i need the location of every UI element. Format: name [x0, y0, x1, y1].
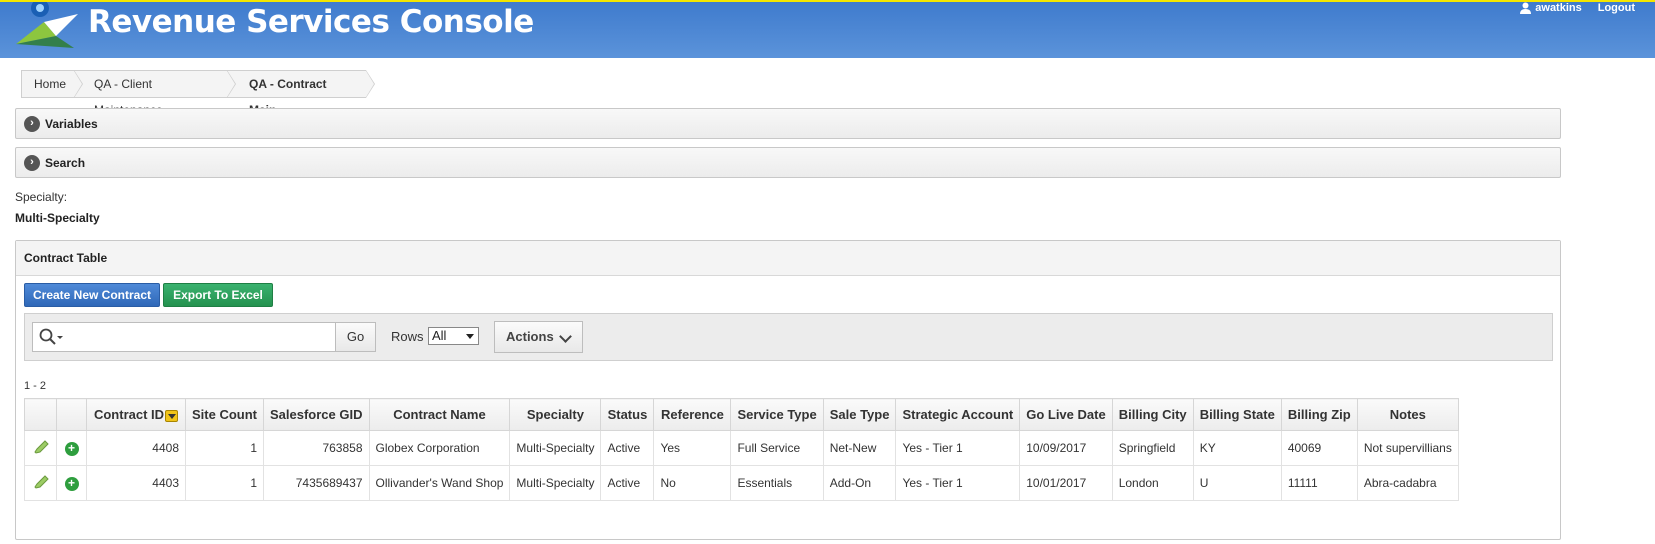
column-header-contract-id[interactable]: Contract ID — [86, 398, 186, 431]
table-cell: 40069 — [1280, 430, 1358, 466]
table-cell: No — [653, 465, 732, 501]
table-cell: Add-On — [822, 465, 897, 501]
search-icon[interactable] — [38, 327, 64, 347]
table-cell: Globex Corporation — [368, 430, 511, 466]
column-header-contract-name[interactable]: Contract Name — [368, 398, 511, 431]
table-cell: Yes - Tier 1 — [895, 465, 1021, 501]
variables-region-title: Variables — [45, 117, 98, 131]
edit-cell — [24, 430, 57, 466]
specialty-value: Multi-Specialty — [15, 211, 100, 225]
user-icon — [1520, 2, 1532, 14]
table-cell: 4403 — [86, 465, 186, 501]
app-header: Revenue Services Console awatkins Logout — [0, 0, 1655, 58]
table-cell: Net-New — [822, 430, 897, 466]
column-header-site-count[interactable]: Site Count — [185, 398, 264, 431]
chevron-right-icon[interactable]: › — [24, 155, 40, 171]
chevron-down-icon — [559, 330, 572, 343]
table-cell: Active — [600, 465, 655, 501]
add-circle-icon[interactable]: + — [64, 476, 79, 491]
table-cell: 763858 — [263, 430, 370, 466]
breadcrumb-label: Home — [34, 77, 67, 91]
table-cell: 10/01/2017 — [1019, 465, 1113, 501]
search-input[interactable] — [32, 322, 336, 352]
column-header-add — [56, 398, 87, 431]
table-cell: London — [1111, 465, 1194, 501]
rows-select[interactable]: All — [428, 327, 479, 345]
table-cell: Abra-cadabra — [1356, 465, 1459, 501]
table-row: + 4403 1 7435689437 Ollivander's Wand Sh… — [24, 465, 1459, 501]
column-header-reference[interactable]: Reference — [653, 398, 732, 431]
specialty-label: Specialty: — [15, 190, 68, 204]
column-header-notes[interactable]: Notes — [1356, 398, 1459, 431]
table-cell: Yes - Tier 1 — [895, 430, 1021, 466]
table-header-row: Contract ID Site Count Salesforce GID Co… — [24, 398, 1459, 431]
table-cell: 11111 — [1280, 465, 1358, 501]
column-header-label: Contract ID — [93, 407, 165, 422]
contract-table-title: Contract Table — [16, 241, 1560, 276]
column-header-edit — [24, 398, 57, 431]
breadcrumb: Home QA - Client Maintenance QA - Contra… — [21, 70, 375, 117]
table-cell: U — [1192, 465, 1282, 501]
table-cell: Full Service — [730, 430, 824, 466]
column-header-strategic-account[interactable]: Strategic Account — [895, 398, 1021, 431]
breadcrumb-contract-main: QA - Contract Main — [227, 70, 375, 117]
table-cell: Springfield — [1111, 430, 1194, 466]
table-cell: KY — [1192, 430, 1282, 466]
search-region-toggle[interactable]: › Search — [15, 147, 1561, 178]
column-header-billing-city[interactable]: Billing City — [1111, 398, 1194, 431]
table-cell: Multi-Specialty — [509, 465, 602, 501]
breadcrumb-home[interactable]: Home — [21, 70, 83, 98]
app-logo[interactable] — [14, 2, 80, 52]
sort-descending-icon[interactable] — [165, 409, 179, 422]
actions-label: Actions — [506, 329, 554, 344]
table-cell: 4408 — [86, 430, 186, 466]
column-header-billing-state[interactable]: Billing State — [1192, 398, 1282, 431]
table-cell: Multi-Specialty — [509, 430, 602, 466]
contract-table: Contract ID Site Count Salesforce GID Co… — [24, 398, 1459, 501]
table-cell: Essentials — [730, 465, 824, 501]
export-to-excel-button[interactable]: Export To Excel — [163, 283, 273, 307]
column-header-service-type[interactable]: Service Type — [730, 398, 824, 431]
table-cell: Ollivander's Wand Shop — [368, 465, 511, 501]
column-header-go-live-date[interactable]: Go Live Date — [1019, 398, 1113, 431]
user-menu[interactable]: awatkins — [1520, 2, 1582, 14]
add-circle-icon[interactable]: + — [64, 441, 79, 456]
actions-menu-button[interactable]: Actions — [494, 321, 583, 353]
table-cell: 1 — [185, 465, 264, 501]
add-cell: + — [56, 465, 87, 501]
pagination-range: 1 - 2 — [24, 380, 47, 392]
column-header-status[interactable]: Status — [600, 398, 655, 431]
variables-region-toggle[interactable]: › Variables — [15, 108, 1561, 139]
table-cell: 1 — [185, 430, 264, 466]
caret-down-icon — [466, 334, 474, 339]
pencil-icon[interactable] — [33, 474, 49, 489]
chevron-right-icon[interactable]: › — [24, 116, 40, 132]
rows-label: Rows — [391, 329, 424, 344]
column-header-salesforce-gid[interactable]: Salesforce GID — [263, 398, 370, 431]
rows-select-value: All — [432, 328, 447, 343]
table-row: + 4408 1 763858 Globex Corporation Multi… — [24, 430, 1459, 466]
go-button[interactable]: Go — [335, 322, 376, 352]
table-cell: 7435689437 — [263, 465, 370, 501]
column-header-billing-zip[interactable]: Billing Zip — [1280, 398, 1358, 431]
column-header-specialty[interactable]: Specialty — [509, 398, 602, 431]
pencil-icon[interactable] — [33, 439, 49, 454]
table-cell: Active — [600, 430, 655, 466]
edit-cell — [24, 465, 57, 501]
table-cell: Not supervillians — [1356, 430, 1459, 466]
user-area: awatkins Logout — [1520, 2, 1635, 14]
create-new-contract-button[interactable]: Create New Contract — [24, 283, 160, 307]
breadcrumb-client-maintenance[interactable]: QA - Client Maintenance — [74, 70, 236, 117]
column-header-sale-type[interactable]: Sale Type — [822, 398, 897, 431]
app-title: Revenue Services Console — [88, 4, 534, 40]
search-region-title: Search — [45, 156, 86, 170]
table-cell: Yes — [653, 430, 732, 466]
add-cell: + — [56, 430, 87, 466]
logout-link[interactable]: Logout — [1598, 2, 1635, 14]
table-cell: 10/09/2017 — [1019, 430, 1113, 466]
username: awatkins — [1535, 2, 1582, 14]
